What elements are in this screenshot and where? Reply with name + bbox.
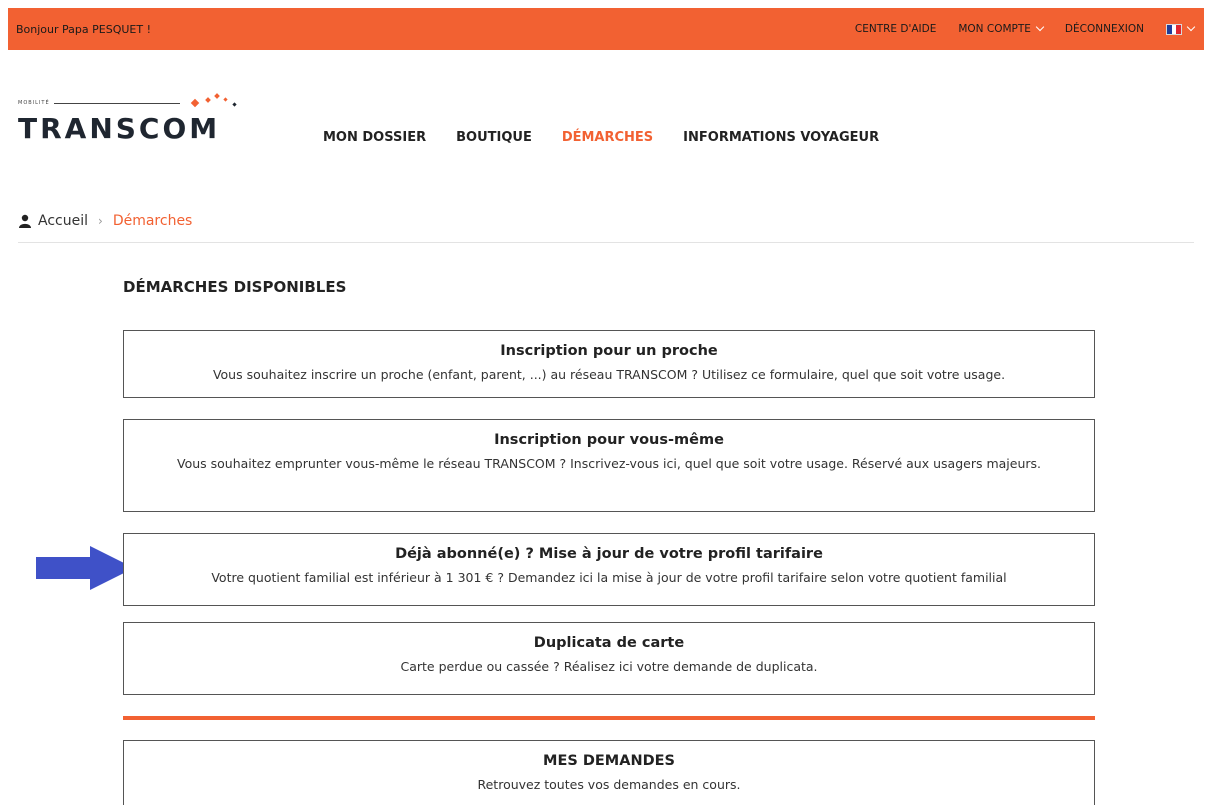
breadcrumb: Accueil › Démarches (18, 213, 192, 229)
card-inscription-vous-meme[interactable]: Inscription pour vous-même Vous souhaite… (123, 419, 1095, 512)
nav-demarches[interactable]: DÉMARCHES (562, 130, 653, 145)
logo-line (53, 102, 180, 104)
main-nav: MON DOSSIER BOUTIQUE DÉMARCHES INFORMATI… (323, 130, 879, 145)
card-title: Inscription pour vous-même (494, 432, 724, 448)
chevron-down-icon (1186, 22, 1196, 32)
card-title: MES DEMANDES (543, 753, 675, 769)
card-description: Votre quotient familial est inférieur à … (211, 570, 1007, 585)
card-description: Retrouvez toutes vos demandes en cours. (477, 777, 741, 792)
logo-dots-icon (190, 93, 237, 108)
section-title: DÉMARCHES DISPONIBLES (123, 278, 347, 296)
transcom-logo[interactable]: MOBILITÉ TRANSCOM (18, 93, 237, 148)
logo-tagline: MOBILITÉ (18, 100, 180, 106)
greeting-text: Bonjour Papa PESQUET ! (16, 22, 151, 36)
card-title: Déjà abonné(e) ? Mise à jour de votre pr… (395, 546, 823, 562)
top-bar-links: CENTRE D'AIDE MON COMPTE DÉCONNEXION (855, 22, 1196, 35)
france-flag-icon (1166, 23, 1182, 35)
card-title: Inscription pour un proche (500, 343, 718, 359)
help-center-link[interactable]: CENTRE D'AIDE (855, 23, 936, 35)
nav-informations-voyageur[interactable]: INFORMATIONS VOYAGEUR (683, 130, 879, 145)
breadcrumb-home-link[interactable]: Accueil (38, 213, 88, 229)
chevron-down-icon (1035, 22, 1045, 32)
user-icon (19, 214, 31, 228)
my-account-label: MON COMPTE (958, 23, 1031, 35)
logo-small-text: MOBILITÉ (18, 100, 50, 106)
card-mes-demandes[interactable]: MES DEMANDES Retrouvez toutes vos demand… (123, 740, 1095, 805)
card-mise-a-jour-profil[interactable]: Déjà abonné(e) ? Mise à jour de votre pr… (123, 533, 1095, 606)
card-description: Vous souhaitez inscrire un proche (enfan… (212, 367, 1006, 382)
my-account-menu[interactable]: MON COMPTE (958, 22, 1045, 35)
card-inscription-proche[interactable]: Inscription pour un proche Vous souhaite… (123, 330, 1095, 398)
section-separator (123, 716, 1095, 720)
breadcrumb-separator: › (98, 214, 103, 228)
top-bar: Bonjour Papa PESQUET ! CENTRE D'AIDE MON… (8, 8, 1204, 50)
card-description: Carte perdue ou cassée ? Réalisez ici vo… (400, 659, 818, 674)
language-selector[interactable] (1166, 22, 1196, 35)
nav-mon-dossier[interactable]: MON DOSSIER (323, 130, 426, 145)
breadcrumb-divider (18, 242, 1194, 243)
card-description: Vous souhaitez emprunter vous-même le ré… (177, 456, 1041, 471)
card-duplicata[interactable]: Duplicata de carte Carte perdue ou cassé… (123, 622, 1095, 695)
arrow-right-icon (36, 546, 134, 590)
card-title: Duplicata de carte (533, 635, 685, 651)
logo-wordmark: TRANSCOM (18, 112, 221, 145)
breadcrumb-current: Démarches (112, 213, 193, 229)
logout-link[interactable]: DÉCONNEXION (1065, 23, 1144, 35)
nav-boutique[interactable]: BOUTIQUE (456, 130, 532, 145)
